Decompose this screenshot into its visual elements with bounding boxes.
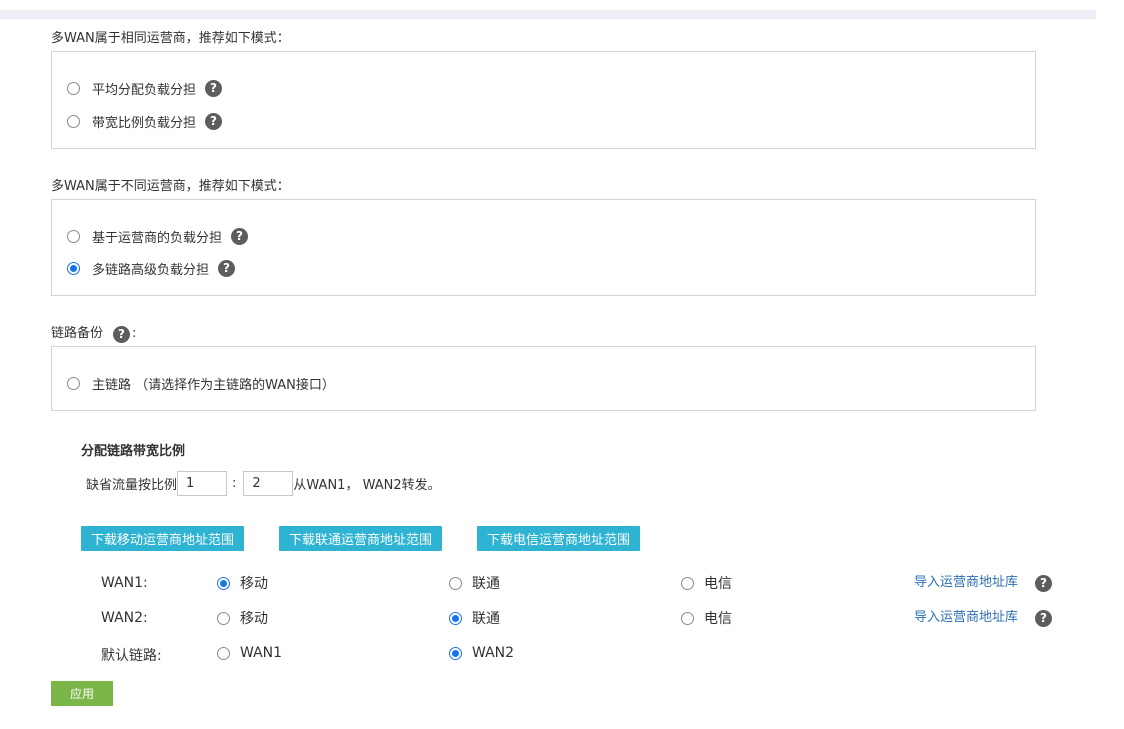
- wan2-mobile-radio[interactable]: [217, 611, 230, 625]
- mode-multilink-advanced-option[interactable]: 多链路高级负载分担 ?: [67, 258, 236, 278]
- bandwidth-ratio-row: 缺省流量按比例 : 从WAN1， WAN2转发。: [86, 471, 441, 496]
- wan1-mobile-option[interactable]: 移动: [217, 573, 268, 593]
- default-wan2-option[interactable]: WAN2: [449, 643, 514, 663]
- question-circle-icon[interactable]: ?: [231, 227, 249, 245]
- wan2-telecom-label: 电信: [704, 611, 732, 627]
- wan2-unicom-label: 联通: [472, 611, 500, 627]
- ratio-wan2-input[interactable]: [243, 471, 294, 496]
- wan2-import-isp-db-link[interactable]: 导入运营商地址库: [914, 608, 1018, 628]
- question-circle-icon[interactable]: ?: [1035, 610, 1052, 627]
- wan1-telecom-label: 电信: [704, 576, 732, 592]
- question-circle-icon[interactable]: ?: [1035, 575, 1052, 592]
- bandwidth-ratio-heading: 分配链路带宽比例: [81, 444, 186, 459]
- mode-bandwidth-ratio-label: 带宽比例负载分担: [92, 115, 197, 131]
- top-banner-gap: [1096, 10, 1124, 19]
- backup-title-row: 链路备份 ? :: [51, 325, 136, 343]
- primary-link-option[interactable]: 主链路 （请选择作为主链路的WAN接口）: [67, 373, 335, 393]
- default-wan1-label: WAN1: [240, 645, 283, 661]
- mode-isp-based-option[interactable]: 基于运营商的负载分担 ?: [67, 226, 249, 246]
- same-isp-box: 平均分配负载分担 ? 带宽比例负载分担 ?: [51, 51, 1036, 149]
- wan1-mobile-radio[interactable]: [217, 576, 230, 590]
- primary-link-label: 主链路 （请选择作为主链路的WAN接口）: [92, 377, 335, 393]
- wan1-unicom-radio[interactable]: [449, 576, 462, 590]
- question-circle-icon[interactable]: ?: [113, 325, 131, 343]
- download-telecom-range-button[interactable]: 下载电信运营商地址范围: [477, 526, 641, 551]
- wan2-mobile-option[interactable]: 移动: [217, 608, 268, 628]
- mode-bandwidth-ratio-option[interactable]: 带宽比例负载分担 ?: [67, 111, 223, 131]
- question-circle-icon[interactable]: ?: [205, 112, 223, 130]
- default-link-label: 默认链路:: [101, 648, 162, 664]
- wan2-mobile-label: 移动: [240, 611, 268, 627]
- backup-box: 主链路 （请选择作为主链路的WAN接口）: [51, 346, 1036, 411]
- wan1-telecom-radio[interactable]: [681, 576, 694, 590]
- mode-isp-based-label: 基于运营商的负载分担: [92, 230, 223, 246]
- wan2-telecom-option[interactable]: 电信: [681, 608, 732, 628]
- ratio-suffix: 从WAN1， WAN2转发。: [293, 478, 441, 493]
- wan2-unicom-radio[interactable]: [449, 611, 462, 625]
- download-mobile-range-button[interactable]: 下载移动运营商地址范围: [81, 526, 245, 551]
- wan1-unicom-label: 联通: [472, 576, 500, 592]
- wan2-telecom-radio[interactable]: [681, 611, 694, 625]
- default-wan2-radio[interactable]: [449, 646, 462, 660]
- download-unicom-range-button[interactable]: 下载联通运营商地址范围: [279, 526, 443, 551]
- wan1-import-isp-db-link[interactable]: 导入运营商地址库: [914, 573, 1018, 593]
- same-isp-title: 多WAN属于相同运营商，推荐如下模式：: [51, 31, 290, 46]
- mode-bandwidth-ratio-radio[interactable]: [67, 114, 80, 128]
- mode-average-label: 平均分配负载分担: [92, 82, 197, 98]
- mode-average-option[interactable]: 平均分配负载分担 ?: [67, 78, 223, 98]
- wan2-unicom-option[interactable]: 联通: [449, 608, 500, 628]
- ratio-separator: :: [232, 476, 237, 491]
- mode-isp-based-radio[interactable]: [67, 229, 80, 243]
- ratio-prefix: 缺省流量按比例: [86, 478, 178, 493]
- wan1-telecom-option[interactable]: 电信: [681, 573, 732, 593]
- diff-isp-box: 基于运营商的负载分担 ? 多链路高级负载分担 ?: [51, 199, 1036, 296]
- wan1-unicom-option[interactable]: 联通: [449, 573, 500, 593]
- mode-multilink-advanced-radio[interactable]: [67, 261, 80, 275]
- top-banner-strip: [0, 10, 1124, 19]
- primary-link-radio[interactable]: [67, 376, 80, 390]
- question-circle-icon[interactable]: ?: [218, 259, 236, 277]
- default-wan1-radio[interactable]: [217, 646, 230, 660]
- wan1-mobile-label: 移动: [240, 576, 268, 592]
- question-circle-icon[interactable]: ?: [205, 79, 223, 97]
- wan2-label: WAN2:: [101, 610, 148, 626]
- mode-average-radio[interactable]: [67, 81, 80, 95]
- default-wan1-option[interactable]: WAN1: [217, 643, 282, 663]
- default-wan2-label: WAN2: [472, 645, 515, 661]
- backup-title: 链路备份: [51, 326, 104, 341]
- diff-isp-title: 多WAN属于不同运营商，推荐如下模式：: [51, 179, 290, 194]
- wan1-label: WAN1:: [101, 575, 148, 591]
- backup-title-colon: :: [132, 326, 137, 341]
- apply-button[interactable]: 应用: [51, 681, 113, 706]
- mode-multilink-advanced-label: 多链路高级负载分担: [92, 262, 210, 278]
- ratio-wan1-input[interactable]: [177, 471, 228, 496]
